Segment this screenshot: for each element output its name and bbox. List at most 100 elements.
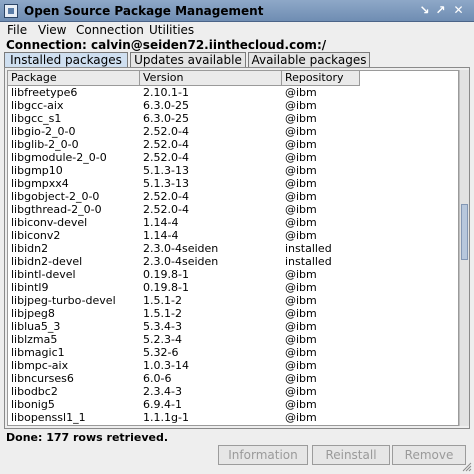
cell-repository: @ibm <box>285 294 317 307</box>
table-row[interactable]: libjpeg8 1.5.1-2 @ibm <box>8 307 458 320</box>
table-row[interactable]: libiconv-devel 1.14-4 @ibm <box>8 216 458 229</box>
cell-package: libodbc2 <box>11 385 58 398</box>
table-row[interactable]: libfreetype6 2.10.1-1 @ibm <box>8 86 458 99</box>
table-row[interactable]: libgthread-2_0-0 2.52.0-4 @ibm <box>8 203 458 216</box>
cell-package: libncurses6 <box>11 372 74 385</box>
cell-package: libintl-devel <box>11 268 76 281</box>
table-row[interactable]: libonig5 6.9.4-1 @ibm <box>8 398 458 411</box>
table-row[interactable]: libidn2 2.3.0-4seiden installed <box>8 242 458 255</box>
cell-repository: @ibm <box>285 177 317 190</box>
cell-package: libgmp10 <box>11 164 63 177</box>
tab-installed-packages[interactable]: Installed packages <box>4 52 128 67</box>
table-row[interactable]: libmpc-aix 1.0.3-14 @ibm <box>8 359 458 372</box>
table-row[interactable]: libglib-2_0-0 2.52.0-4 @ibm <box>8 138 458 151</box>
resize-grip-icon[interactable] <box>462 462 472 472</box>
cell-package: libgmodule-2_0-0 <box>11 151 107 164</box>
menu-file[interactable]: File <box>7 23 27 37</box>
table-row[interactable]: libopenssl1_1 1.1.1g-1 @ibm <box>8 411 458 424</box>
column-header-package[interactable]: Package <box>8 71 140 85</box>
table-row[interactable]: libgmp10 5.1.3-13 @ibm <box>8 164 458 177</box>
cell-package: liblua5_3 <box>11 320 61 333</box>
table-row[interactable]: libintl-devel 0.19.8-1 @ibm <box>8 268 458 281</box>
table-row[interactable]: liblzma5 5.2.3-4 @ibm <box>8 333 458 346</box>
cell-package: libopenssl1_1 <box>11 411 86 424</box>
cell-package: libgobject-2_0-0 <box>11 190 100 203</box>
table-row[interactable]: libodbc2 2.3.4-3 @ibm <box>8 385 458 398</box>
cell-package: libmpc-aix <box>11 359 69 372</box>
table-row[interactable]: libmagic1 5.32-6 @ibm <box>8 346 458 359</box>
maximize-icon[interactable]: ↗ <box>434 4 447 17</box>
cell-version: 5.1.3-13 <box>143 164 189 177</box>
title-bar[interactable]: Open Source Package Management ↘ ↗ ✕ <box>0 0 474 22</box>
cell-version: 2.3.0-4seiden <box>143 255 219 268</box>
close-icon[interactable]: ✕ <box>452 4 465 17</box>
cell-version: 1.14-4 <box>143 229 179 242</box>
cell-version: 0.23.14-1 <box>140 424 282 425</box>
window-title: Open Source Package Management <box>24 4 264 18</box>
table-row[interactable]: libiconv2 1.14-4 @ibm <box>8 229 458 242</box>
cell-package: libgio-2_0-0 <box>11 125 76 138</box>
remove-button[interactable]: Remove <box>392 445 466 465</box>
table-row[interactable]: libgcc_s1 6.3.0-25 @ibm <box>8 112 458 125</box>
cell-package: libintl9 <box>11 281 49 294</box>
table-row[interactable]: libgmodule-2_0-0 2.52.0-4 @ibm <box>8 151 458 164</box>
cell-package: libgcc_s1 <box>11 112 62 125</box>
cell-repository: @ibm <box>285 320 317 333</box>
cell-version: 2.52.0-4 <box>143 190 189 203</box>
cell-version: 5.2.3-4 <box>143 333 182 346</box>
minimize-icon[interactable]: ↘ <box>418 4 431 17</box>
cell-version: 2.52.0-4 <box>143 125 189 138</box>
table-row[interactable]: liblua5_3 5.3.4-3 @ibm <box>8 320 458 333</box>
cell-version: 6.3.0-25 <box>143 112 189 125</box>
cell-repository: installed <box>285 242 332 255</box>
cell-version: 2.3.4-3 <box>143 385 182 398</box>
menu-connection[interactable]: Connection <box>76 23 144 37</box>
cell-version: 2.3.0-4seiden <box>143 242 219 255</box>
reinstall-button[interactable]: Reinstall <box>312 445 390 465</box>
table-row[interactable]: libidn2-devel 2.3.0-4seiden installed <box>8 255 458 268</box>
cell-package: libgcc-aix <box>11 99 64 112</box>
information-button[interactable]: Information <box>218 445 308 465</box>
tab-available-packages[interactable]: Available packages <box>248 52 370 67</box>
tab-bar: Installed packages Updates available Ava… <box>4 52 470 68</box>
table-row[interactable]: libgcc-aix 6.3.0-25 @ibm <box>8 99 458 112</box>
cell-version: 1.0.3-14 <box>143 359 189 372</box>
table-row[interactable]: libncurses6 6.0-6 @ibm <box>8 372 458 385</box>
cell-version: 5.1.3-13 <box>143 177 189 190</box>
cell-version: 0.19.8-1 <box>143 281 189 294</box>
cell-version: 0.19.8-1 <box>143 268 189 281</box>
cell-repository: @ibm <box>285 268 317 281</box>
cell-repository: @ibm <box>285 359 317 372</box>
table-header: Package Version Repository <box>8 71 360 86</box>
table-row[interactable]: libintl9 0.19.8-1 @ibm <box>8 281 458 294</box>
menu-view[interactable]: View <box>38 23 66 37</box>
table-row[interactable]: libgmpxx4 5.1.3-13 @ibm <box>8 177 458 190</box>
vertical-scrollbar[interactable] <box>459 70 469 426</box>
table-row[interactable]: libgobject-2_0-0 2.52.0-4 @ibm <box>8 190 458 203</box>
connection-label: Connection: calvin@seiden72.iinthecloud.… <box>6 38 327 52</box>
cell-repository: @ibm <box>285 216 317 229</box>
cell-repository: @ibm <box>285 385 317 398</box>
table-row[interactable]: libp11-kit00.23.14-1@ibm <box>8 424 458 425</box>
cell-package: libidn2-devel <box>11 255 83 268</box>
column-header-version[interactable]: Version <box>140 71 282 85</box>
table-row[interactable]: libjpeg-turbo-devel 1.5.1-2 @ibm <box>8 294 458 307</box>
column-header-repository[interactable]: Repository <box>282 71 360 85</box>
cell-repository: @ibm <box>285 307 317 320</box>
cell-package: libjpeg-turbo-devel <box>11 294 116 307</box>
menu-utilities[interactable]: Utilities <box>149 23 194 37</box>
cell-repository: @ibm <box>282 424 360 425</box>
cell-package: libgmpxx4 <box>11 177 69 190</box>
cell-package: libgthread-2_0-0 <box>11 203 102 216</box>
table-row[interactable]: libgio-2_0-0 2.52.0-4 @ibm <box>8 125 458 138</box>
tab-updates-available[interactable]: Updates available <box>130 52 246 67</box>
scrollbar-thumb[interactable] <box>461 204 468 260</box>
cell-version: 1.5.1-2 <box>143 307 182 320</box>
package-table[interactable]: Package Version Repository libfreetype6 2… <box>7 70 459 426</box>
cell-repository: @ibm <box>285 203 317 216</box>
cell-package: libjpeg8 <box>11 307 55 320</box>
cell-version: 6.3.0-25 <box>143 99 189 112</box>
tab-panel: Package Version Repository libfreetype6 2… <box>4 67 470 429</box>
cell-repository: @ibm <box>285 333 317 346</box>
app-icon <box>4 4 18 18</box>
